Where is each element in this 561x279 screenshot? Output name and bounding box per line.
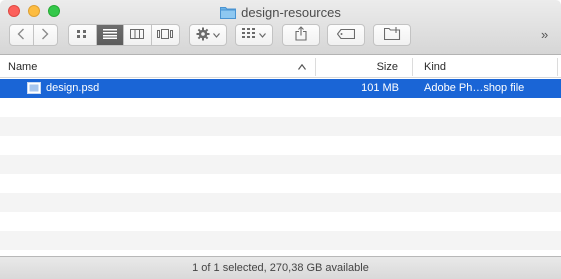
list-view-button[interactable] [96, 25, 124, 45]
empty-row [0, 212, 561, 231]
column-header-size[interactable]: Size [316, 56, 398, 78]
column-view-icon [130, 28, 145, 42]
empty-row [0, 98, 561, 117]
share-button[interactable] [282, 24, 320, 46]
empty-row [0, 117, 561, 136]
file-kind: Adobe Ph…shop file [424, 82, 525, 94]
column-divider[interactable] [412, 58, 413, 76]
chevron-down-icon [213, 29, 220, 41]
column-view-button[interactable] [124, 25, 152, 45]
arrange-grid-icon [242, 28, 256, 42]
share-icon [295, 26, 307, 44]
cover-flow-button[interactable] [152, 25, 179, 45]
column-divider[interactable] [557, 58, 558, 76]
finder-window: design-resources » Name Size Kind design… [0, 0, 561, 279]
back-forward-group [9, 24, 58, 46]
new-folder-icon [383, 27, 401, 43]
icon-view-icon [76, 29, 88, 42]
file-size: 101 MB [361, 82, 399, 94]
folder-icon [220, 6, 237, 19]
column-header-name[interactable]: Name [8, 56, 308, 78]
empty-row [0, 155, 561, 174]
list-view-icon [102, 28, 117, 42]
view-mode-group [68, 24, 180, 46]
gear-icon [196, 27, 210, 44]
column-header: Name Size Kind [0, 56, 561, 78]
toolbar-overflow-button[interactable]: » [541, 27, 548, 42]
tag-icon [336, 28, 356, 42]
sort-ascending-icon [298, 56, 306, 78]
chevron-down-icon [259, 29, 266, 41]
status-bar: 1 of 1 selected, 270,38 GB available [0, 256, 561, 279]
empty-row [0, 174, 561, 193]
chevron-right-icon [41, 28, 49, 43]
chevron-left-icon [17, 28, 25, 43]
file-list[interactable]: design.psd 101 MB Adobe Ph…shop file [0, 79, 561, 255]
tag-button[interactable] [327, 24, 365, 46]
arrange-menu-button[interactable] [235, 24, 273, 46]
title-toolbar-bar: design-resources » [0, 0, 561, 55]
back-button[interactable] [10, 25, 34, 45]
empty-row [0, 231, 561, 250]
forward-button[interactable] [34, 25, 57, 45]
window-title: design-resources [0, 3, 561, 21]
window-title-text: design-resources [241, 4, 341, 20]
file-name: design.psd [46, 82, 100, 94]
column-header-kind[interactable]: Kind [424, 56, 554, 78]
empty-row [0, 136, 561, 155]
cover-flow-icon [157, 28, 174, 42]
new-folder-button[interactable] [373, 24, 411, 46]
icon-view-button[interactable] [69, 25, 97, 45]
psd-file-icon [27, 82, 41, 94]
action-menu-button[interactable] [189, 24, 227, 46]
file-row[interactable]: design.psd 101 MB Adobe Ph…shop file [0, 79, 561, 98]
empty-row [0, 193, 561, 212]
